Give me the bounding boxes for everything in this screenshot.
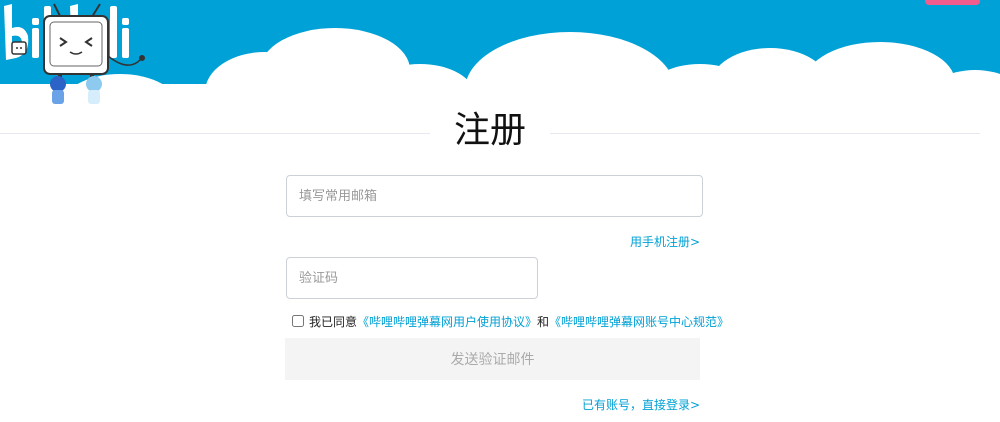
agree-prefix: 我已同意 [309,314,358,329]
send-verification-email-button[interactable]: 发送验证邮件 [285,338,700,380]
account-rules-link[interactable]: 《哔哩哔哩弹幕网账号中心规范》 [549,313,729,330]
title-divider-right [550,133,980,134]
top-pink-button[interactable] [925,0,980,5]
tv-mascot-illustration-icon [11,3,145,104]
title-divider-left [0,133,430,134]
verification-code-input[interactable] [287,258,537,298]
email-field[interactable] [286,175,703,217]
agreement-row: 我已同意 《哔哩哔哩弹幕网用户使用协议》 和 《哔哩哔哩弹幕网账号中心规范》 [292,312,729,330]
agree-checkbox[interactable] [292,315,304,327]
login-link[interactable]: 已有账号，直接登录> [520,396,700,413]
verification-code-field[interactable] [286,257,538,299]
phone-register-link[interactable]: 用手机注册> [600,233,700,250]
agree-and: 和 [537,314,550,329]
title-row: 注册 [0,108,1000,154]
email-input[interactable] [287,176,702,216]
page-title: 注册 [453,110,526,151]
user-agreement-link[interactable]: 《哔哩哔哩弹幕网用户使用协议》 [357,313,537,330]
